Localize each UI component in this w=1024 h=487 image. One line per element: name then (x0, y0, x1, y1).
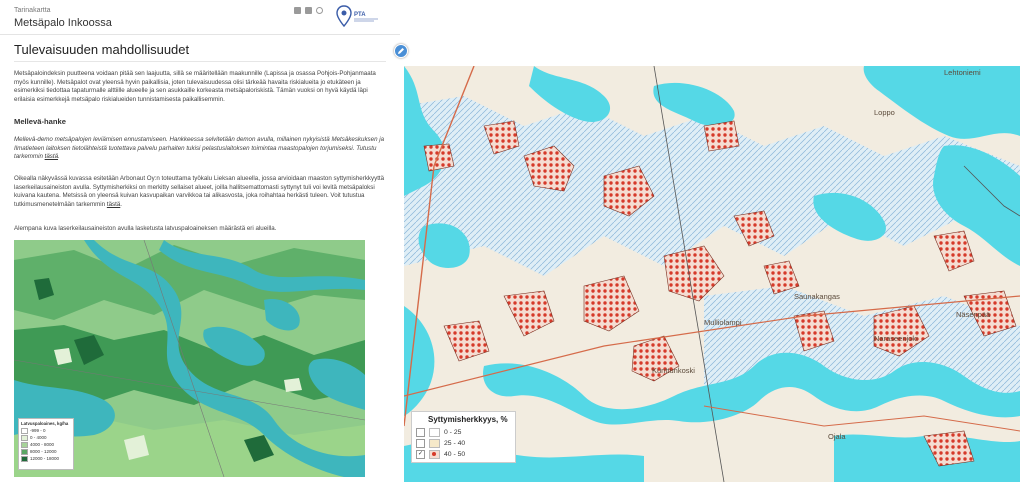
legend-checkbox[interactable] (416, 439, 425, 448)
app-subtitle: Tarinakartta (14, 7, 51, 14)
share-buttons (294, 7, 323, 14)
melleva-link[interactable]: tästä (45, 153, 58, 160)
arbonaut-link[interactable]: tästä (107, 201, 120, 208)
arbonaut-period: . (120, 200, 123, 208)
legend-checkbox[interactable] (416, 428, 425, 437)
thumb-legend-row: 4000 - 8000 (21, 441, 71, 448)
link-icon[interactable] (316, 7, 323, 14)
story-panel: Tarinakartta Metsäpalo Inkoossa PTA Tule… (0, 0, 400, 487)
arbonaut-text: Oikealla näkyvässä kuvassa esitetään Arb… (14, 175, 385, 208)
header-bar: Tarinakartta Metsäpalo Inkoossa PTA (0, 0, 400, 35)
legend-swatch (429, 439, 440, 448)
edit-button[interactable] (394, 44, 408, 58)
thumb-legend-swatch (21, 448, 28, 455)
place-label: Kunttunkoski (652, 366, 695, 375)
divider (14, 61, 386, 62)
legend-swatch (429, 450, 440, 459)
thumb-legend-swatch (21, 434, 28, 441)
subheading-melleva: Mellevä-hanke (14, 117, 66, 126)
pencil-icon (398, 48, 404, 54)
thumb-legend-row: 12000 - 18000 (21, 455, 71, 462)
legend-label: 25 - 40 (444, 440, 466, 447)
thumb-legend-label: 12000 - 18000 (30, 456, 60, 461)
arbonaut-paragraph: Oikealla näkyvässä kuvassa esitetään Arb… (14, 175, 386, 209)
map-legend: Syttymisherkkyys, % 0 - 25 25 - 40 ✓ 40 … (411, 411, 516, 463)
legend-label: 40 - 50 (444, 451, 466, 458)
place-label: Saunakangas (794, 292, 840, 301)
thumb-legend-row: -999 - 0 (21, 427, 71, 434)
thumb-legend-label: 0 - 4000 (30, 435, 47, 440)
place-label: Naraseenjoki (874, 334, 918, 343)
thumb-legend-swatch (21, 455, 28, 462)
thumb-legend-swatch (21, 441, 28, 448)
place-label: Loppo (874, 108, 895, 117)
thumb-legend-label: -999 - 0 (30, 428, 46, 433)
thumb-legend-swatch (21, 427, 28, 434)
thumb-legend-label: 4000 - 8000 (30, 442, 55, 447)
legend-dot (432, 452, 436, 456)
place-label: Mulliolampi (704, 318, 742, 327)
legend-row: 0 - 25 (416, 428, 461, 437)
legend-swatch (429, 428, 440, 437)
melleva-paragraph: Mellevä-demo metsäpalojen leviämisen enn… (14, 136, 386, 162)
pta-logo: PTA (334, 2, 384, 30)
section-title: Tulevaisuuden mahdollisuudet (14, 42, 190, 57)
story-title: Metsäpalo Inkoossa (14, 17, 112, 29)
melleva-period: . (58, 153, 60, 161)
thumb-legend-label: 8000 - 12000 (30, 449, 57, 454)
place-label: Ojala (828, 432, 846, 441)
legend-title: Syttymisherkkyys, % (428, 415, 508, 424)
logo-text: PTA (354, 12, 366, 18)
twitter-icon[interactable] (305, 7, 312, 14)
thumb-legend: Latvuspaloaines, kg/ha -999 - 0 0 - 4000… (18, 418, 74, 470)
place-label: Lehtoniemi (944, 68, 981, 77)
last-paragraph: Alempana kuva laserkeilausaineiston avul… (14, 225, 277, 232)
facebook-icon[interactable] (294, 7, 301, 14)
legend-row: 25 - 40 (416, 439, 465, 448)
thumb-legend-row: 8000 - 12000 (21, 448, 71, 455)
intro-paragraph: Metsäpaloindeksin puutteena voidaan pitä… (14, 70, 376, 103)
thumb-legend-row: 0 - 4000 (21, 434, 71, 441)
melleva-text: Mellevä-demo metsäpalojen leviämisen enn… (14, 136, 385, 161)
place-label: Näsenpää (956, 310, 991, 319)
legend-checkbox[interactable]: ✓ (416, 450, 425, 459)
legend-label: 0 - 25 (444, 429, 462, 436)
legend-row: ✓ 40 - 50 (416, 450, 465, 459)
